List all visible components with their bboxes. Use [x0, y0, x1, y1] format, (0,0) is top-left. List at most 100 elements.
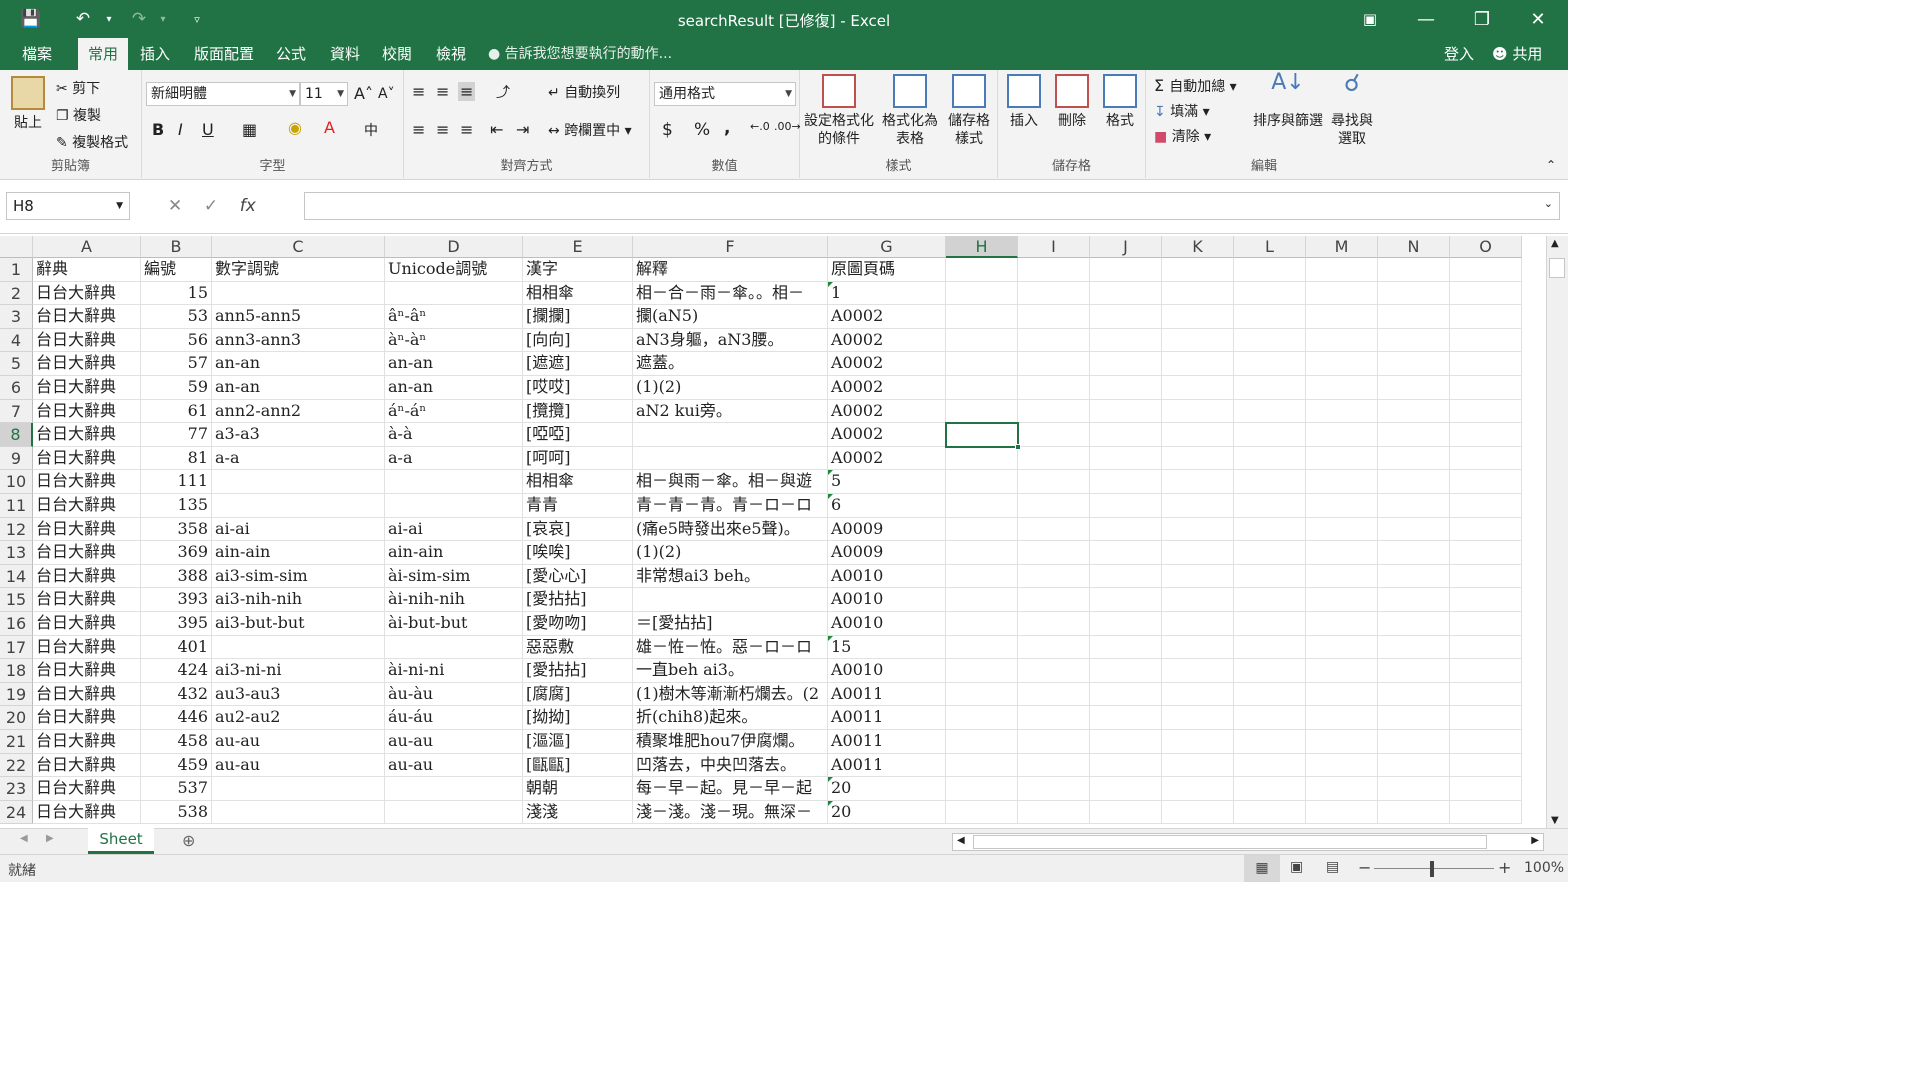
row-header[interactable]: 18 [0, 659, 33, 683]
format-painter-button[interactable]: ✎ 複製格式 [56, 132, 128, 152]
cell-B5[interactable]: 57 [141, 352, 212, 376]
cell-A13[interactable]: 台日大辭典 [33, 541, 141, 565]
cell-K14[interactable] [1162, 564, 1234, 589]
row-header[interactable]: 9 [0, 446, 33, 471]
cell-H5[interactable] [946, 352, 1018, 376]
row-header[interactable]: 4 [0, 328, 33, 353]
cell-M17[interactable] [1306, 635, 1378, 660]
row-header[interactable]: 7 [0, 399, 33, 424]
insert-function-icon[interactable]: fx [240, 196, 256, 216]
cell-J14[interactable] [1090, 564, 1162, 589]
row-header[interactable]: 14 [0, 564, 33, 589]
cell-N24[interactable] [1378, 800, 1450, 825]
cell-J19[interactable] [1090, 682, 1162, 707]
cell-B4[interactable]: 56 [141, 328, 212, 353]
cell-E9[interactable]: [呵呵] [523, 446, 633, 471]
cell-B16[interactable]: 395 [141, 612, 212, 636]
cell-M4[interactable] [1306, 328, 1378, 353]
cell-D22[interactable]: au-au [385, 753, 523, 778]
cell-K21[interactable] [1162, 730, 1234, 754]
cell-C3[interactable]: ann5-ann5 [212, 305, 385, 329]
cell-A18[interactable]: 台日大辭典 [33, 659, 141, 683]
cell-B17[interactable]: 401 [141, 635, 212, 660]
cell-K11[interactable] [1162, 494, 1234, 518]
formula-input[interactable]: ⌄ [304, 192, 1560, 220]
cell-L17[interactable] [1234, 635, 1306, 660]
cell-I7[interactable] [1018, 399, 1090, 424]
cell-E14[interactable]: [愛心心] [523, 564, 633, 589]
cell-E2[interactable]: 相相傘 [523, 281, 633, 306]
zoom-out-icon[interactable]: − [1358, 858, 1371, 877]
cell-E4[interactable]: [向向] [523, 328, 633, 353]
cell-M21[interactable] [1306, 730, 1378, 754]
shrink-font-icon[interactable]: A˅ [378, 86, 395, 102]
name-box-dropdown-icon[interactable]: ▼ [116, 193, 123, 219]
cell-O21[interactable] [1450, 730, 1522, 754]
normal-view-icon[interactable]: ▦ [1244, 855, 1280, 882]
cell-M20[interactable] [1306, 706, 1378, 730]
cell-K10[interactable] [1162, 470, 1234, 494]
zoom-slider[interactable] [1374, 868, 1494, 869]
expand-formula-icon[interactable]: ⌄ [1544, 197, 1553, 210]
cell-C9[interactable]: a-a [212, 446, 385, 471]
cell-D20[interactable]: áu-áu [385, 706, 523, 730]
cell-H19[interactable] [946, 682, 1018, 707]
cell-D16[interactable]: ài-but-but [385, 612, 523, 636]
cell-K1[interactable] [1162, 258, 1234, 282]
cell-N9[interactable] [1378, 446, 1450, 471]
cell-G2[interactable]: 1 [828, 281, 946, 306]
row-header[interactable]: 21 [0, 730, 33, 754]
cell-M23[interactable] [1306, 777, 1378, 801]
cell-C23[interactable] [212, 777, 385, 801]
cell-E11[interactable]: 青青 [523, 494, 633, 518]
cell-D21[interactable]: au-au [385, 730, 523, 754]
page-layout-view-icon[interactable]: ▣ [1290, 859, 1303, 875]
row-header[interactable]: 3 [0, 305, 33, 329]
cell-H10[interactable] [946, 470, 1018, 494]
cell-C6[interactable]: an-an [212, 376, 385, 400]
cell-F7[interactable]: aN2 kui旁。 [633, 399, 828, 424]
cell-D3[interactable]: âⁿ-âⁿ [385, 305, 523, 329]
format-cells-button[interactable]: 格式 [1100, 74, 1140, 130]
row-header[interactable]: 16 [0, 612, 33, 636]
align-right-icon[interactable]: ≡ [460, 120, 473, 139]
cell-G12[interactable]: A0009 [828, 517, 946, 542]
cell-E6[interactable]: [哎哎] [523, 376, 633, 400]
cell-F6[interactable]: (1)(2) [633, 376, 828, 400]
cell-B6[interactable]: 59 [141, 376, 212, 400]
sort-filter-button[interactable]: A↓ 排序與篩選 [1250, 72, 1326, 130]
cell-K19[interactable] [1162, 682, 1234, 707]
cell-L2[interactable] [1234, 281, 1306, 306]
cell-H12[interactable] [946, 517, 1018, 542]
cell-M7[interactable] [1306, 399, 1378, 424]
cell-L7[interactable] [1234, 399, 1306, 424]
autosum-button[interactable]: Σ 自動加總 ▾ [1154, 76, 1237, 96]
cell-C2[interactable] [212, 281, 385, 306]
cell-D18[interactable]: ài-ni-ni [385, 659, 523, 683]
cell-E8[interactable]: [啞啞] [523, 423, 633, 447]
cell-I20[interactable] [1018, 706, 1090, 730]
cell-L18[interactable] [1234, 659, 1306, 683]
tab-page-layout[interactable]: 版面配置 [184, 38, 264, 70]
cell-J10[interactable] [1090, 470, 1162, 494]
cut-button[interactable]: ✂ 剪下 [56, 78, 100, 98]
cell-O9[interactable] [1450, 446, 1522, 471]
cell-N19[interactable] [1378, 682, 1450, 707]
clear-button[interactable]: ■ 清除 ▾ [1154, 126, 1211, 146]
cell-I21[interactable] [1018, 730, 1090, 754]
row-header[interactable]: 22 [0, 753, 33, 778]
grow-font-icon[interactable]: A˄ [354, 84, 373, 103]
cell-N1[interactable] [1378, 258, 1450, 282]
cell-I10[interactable] [1018, 470, 1090, 494]
cell-N12[interactable] [1378, 517, 1450, 542]
cell-G16[interactable]: A0010 [828, 612, 946, 636]
cell-G19[interactable]: A0011 [828, 682, 946, 707]
cell-A1[interactable]: 辭典 [33, 258, 141, 282]
cell-B18[interactable]: 424 [141, 659, 212, 683]
cell-G13[interactable]: A0009 [828, 541, 946, 565]
row-header[interactable]: 2 [0, 281, 33, 306]
cancel-icon[interactable]: ✕ [168, 196, 182, 216]
cell-B14[interactable]: 388 [141, 564, 212, 589]
cell-H20[interactable] [946, 706, 1018, 730]
italic-button[interactable]: I [178, 120, 183, 139]
